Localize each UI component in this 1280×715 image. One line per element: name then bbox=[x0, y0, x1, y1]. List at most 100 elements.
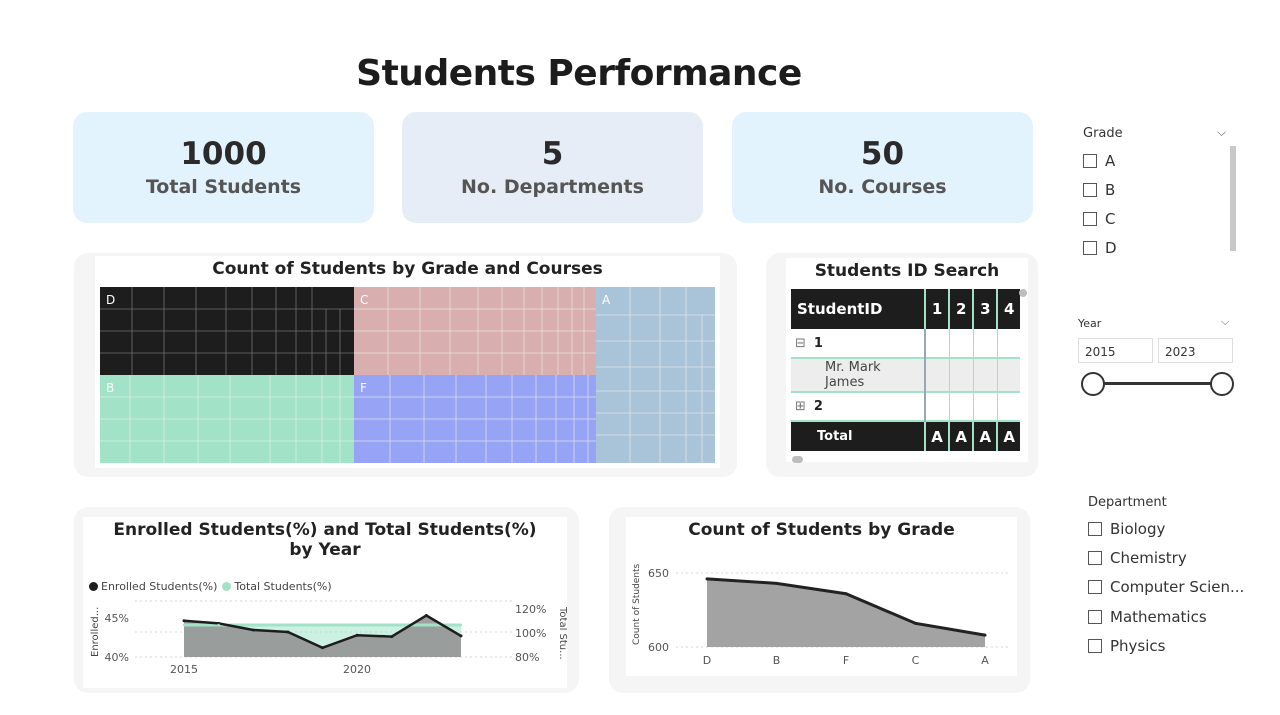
total-point[interactable] bbox=[355, 623, 359, 627]
grade-option-d[interactable]: D bbox=[1083, 239, 1117, 257]
option-label: D bbox=[1105, 239, 1117, 257]
grade-option-b[interactable]: B bbox=[1083, 181, 1115, 199]
checkbox[interactable] bbox=[1088, 580, 1102, 594]
option-label: Mathematics bbox=[1110, 608, 1207, 626]
checkbox[interactable] bbox=[1088, 551, 1102, 565]
grade-point[interactable] bbox=[914, 621, 917, 625]
total-point[interactable] bbox=[182, 623, 186, 627]
left-axis-label: Enrolled... bbox=[90, 607, 101, 657]
kpi-label: Total Students bbox=[145, 176, 302, 198]
enrolled-point[interactable] bbox=[182, 619, 186, 623]
column-header[interactable]: 2 bbox=[948, 289, 974, 329]
grade-option-a[interactable]: A bbox=[1083, 152, 1115, 170]
x-tick: D bbox=[703, 654, 711, 667]
table-total-row: Total A A A A bbox=[791, 421, 1020, 451]
kpi-label: No. Departments bbox=[461, 176, 644, 198]
x-tick: 2020 bbox=[343, 663, 371, 676]
column-header[interactable]: 4 bbox=[996, 289, 1020, 329]
grade-chart-svg[interactable]: D B F C A Count of Students 650 600 bbox=[626, 517, 1017, 676]
checkbox[interactable] bbox=[1088, 522, 1102, 536]
kpi-card-courses: 50 No. Courses bbox=[732, 112, 1033, 223]
checkbox[interactable] bbox=[1083, 154, 1097, 168]
student-table-title: Students ID Search bbox=[814, 261, 1000, 281]
checkbox[interactable] bbox=[1088, 639, 1102, 653]
department-option-mathematics[interactable]: Mathematics bbox=[1088, 608, 1207, 626]
table-row[interactable]: ⊞ 2 bbox=[791, 392, 1020, 421]
student-table: StudentID 1 2 3 4 ⊟ 1 Mr. Mark James ⊞ 2 T… bbox=[791, 289, 1020, 451]
right-tick: 120% bbox=[515, 603, 546, 616]
grade-option-c[interactable]: C bbox=[1083, 210, 1115, 228]
column-header-studentid[interactable]: StudentID bbox=[791, 289, 925, 329]
kpi-label: No. Courses bbox=[818, 176, 947, 198]
option-label: A bbox=[1105, 152, 1116, 170]
vertical-scrollbar[interactable] bbox=[1019, 289, 1027, 297]
left-tick: 40% bbox=[105, 651, 129, 664]
total-point[interactable] bbox=[217, 623, 220, 627]
grade-point[interactable] bbox=[705, 577, 709, 581]
option-label: Biology bbox=[1110, 520, 1166, 538]
student-table-visual: Students ID Search StudentID 1 2 3 4 ⊟ 1 … bbox=[786, 258, 1028, 463]
enrolled-point[interactable] bbox=[355, 633, 359, 637]
horizontal-scrollbar[interactable] bbox=[792, 456, 803, 463]
treemap-area[interactable]: D C A B F bbox=[100, 287, 715, 463]
total-point[interactable] bbox=[425, 623, 428, 627]
x-tick: B bbox=[773, 654, 781, 667]
collapse-icon[interactable]: ⊟ bbox=[795, 336, 806, 351]
total-point[interactable] bbox=[252, 623, 255, 627]
enroll-chart-visual: Enrolled Students(%) and Total Students(… bbox=[83, 517, 567, 688]
page-title: Students Performance bbox=[356, 53, 802, 94]
treemap-visual: Count of Students by Grade and Courses D… bbox=[95, 256, 720, 468]
total-point[interactable] bbox=[390, 623, 393, 627]
y-tick: 600 bbox=[648, 641, 669, 654]
right-tick: 100% bbox=[515, 627, 546, 640]
year-from-input[interactable]: 2015 bbox=[1078, 338, 1153, 363]
total-value: A bbox=[972, 421, 998, 451]
table-row[interactable]: ⊟ 1 bbox=[791, 329, 1020, 358]
option-label: Computer Scien... bbox=[1110, 578, 1245, 596]
year-slider-handle-end[interactable] bbox=[1210, 372, 1234, 396]
checkbox[interactable] bbox=[1083, 212, 1097, 226]
chevron-down-icon[interactable]: ⌵ bbox=[1217, 125, 1226, 140]
enrolled-point[interactable] bbox=[424, 613, 428, 617]
department-option-physics[interactable]: Physics bbox=[1088, 637, 1165, 655]
department-option-chemistry[interactable]: Chemistry bbox=[1088, 549, 1187, 567]
year-slider-track[interactable] bbox=[1093, 382, 1221, 385]
grade-slicer-scrollbar[interactable] bbox=[1230, 146, 1236, 251]
year-slider-handle-start[interactable] bbox=[1081, 372, 1105, 396]
row-label: Mr. Mark James bbox=[825, 360, 881, 390]
department-option-computer-science[interactable]: Computer Scien... bbox=[1088, 578, 1244, 596]
kpi-value: 5 bbox=[541, 136, 564, 172]
grade-point[interactable] bbox=[775, 581, 778, 585]
table-row[interactable]: Mr. Mark James bbox=[791, 358, 1020, 392]
enrolled-point[interactable] bbox=[251, 628, 255, 632]
enrolled-point[interactable] bbox=[459, 634, 463, 638]
right-tick: 80% bbox=[515, 651, 539, 664]
expand-icon[interactable]: ⊞ bbox=[795, 399, 806, 414]
enrolled-point[interactable] bbox=[286, 630, 290, 634]
treemap-title: Count of Students by Grade and Courses bbox=[212, 259, 603, 279]
department-option-biology[interactable]: Biology bbox=[1088, 520, 1165, 538]
column-header[interactable]: 1 bbox=[923, 289, 950, 329]
checkbox[interactable] bbox=[1083, 241, 1097, 255]
grade-point[interactable] bbox=[844, 592, 848, 596]
total-point[interactable] bbox=[286, 623, 290, 627]
grade-point[interactable] bbox=[983, 633, 987, 637]
x-tick: F bbox=[843, 654, 849, 667]
total-point[interactable] bbox=[459, 623, 463, 627]
enroll-chart-svg[interactable]: Enrolled... Total Stu... 45% 40% 120% 10… bbox=[83, 517, 567, 688]
total-label: Total bbox=[817, 429, 853, 444]
year-to-input[interactable]: 2023 bbox=[1158, 338, 1233, 363]
checkbox[interactable] bbox=[1088, 610, 1102, 624]
chevron-down-icon[interactable]: ⌵ bbox=[1221, 315, 1229, 329]
x-tick: 2015 bbox=[170, 663, 198, 676]
enrolled-point[interactable] bbox=[321, 646, 324, 650]
treemap-grid-lines bbox=[100, 287, 715, 463]
column-header[interactable]: 3 bbox=[972, 289, 998, 329]
checkbox[interactable] bbox=[1083, 183, 1097, 197]
option-label: B bbox=[1105, 181, 1116, 199]
x-tick: C bbox=[912, 654, 920, 667]
left-tick: 45% bbox=[105, 612, 129, 625]
enrolled-point[interactable] bbox=[390, 635, 394, 639]
total-point[interactable] bbox=[321, 623, 324, 627]
y-axis-label: Count of Students bbox=[632, 563, 642, 645]
